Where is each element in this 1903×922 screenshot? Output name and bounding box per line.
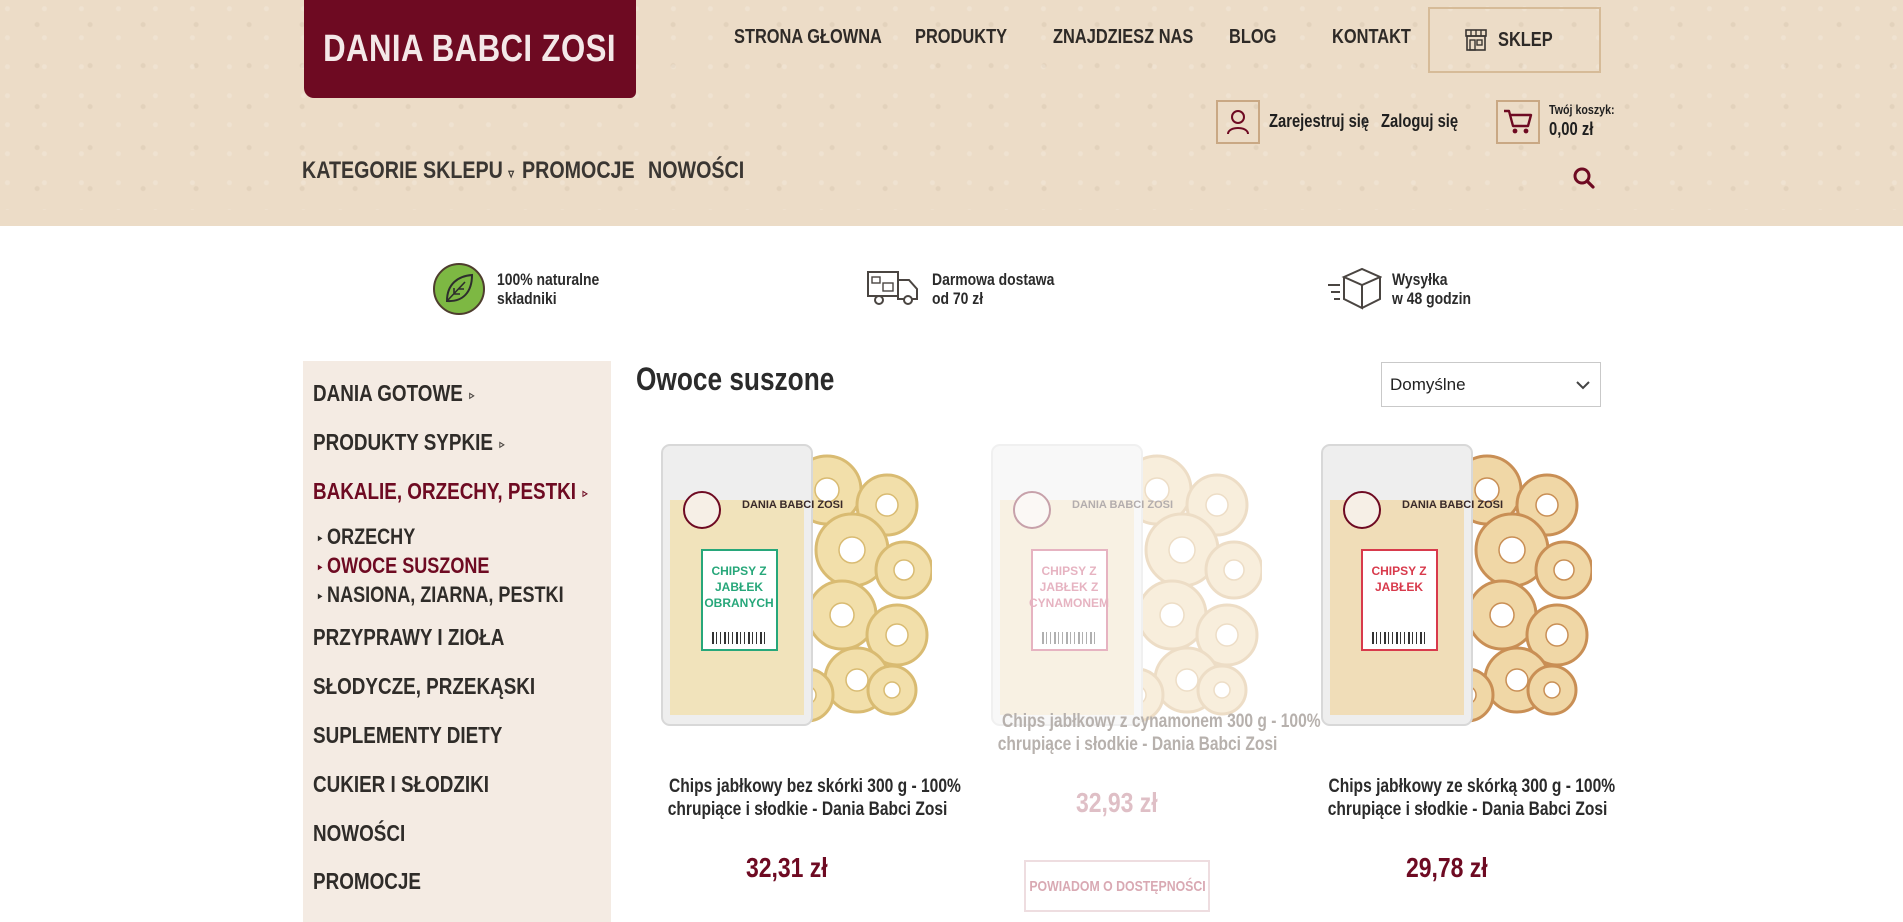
- package-label-text: CHIPSY Z: [1041, 564, 1096, 578]
- page-title: Owoce suszone: [636, 361, 835, 397]
- nav-contact[interactable]: KONTAKT: [1332, 26, 1428, 50]
- sidebar-item-dry-products[interactable]: PRODUKTY SYPKIE ▹: [313, 429, 546, 456]
- account-separator: /: [1362, 115, 1366, 131]
- nav-home[interactable]: STRONA GŁOWNA: [734, 26, 914, 50]
- bullet-icon: ▸: [318, 590, 323, 602]
- package-brand-text: DANIA BABCI ZOSI: [1072, 499, 1173, 511]
- package-label-text: OBRANYCH: [704, 596, 773, 610]
- product-price: 32,31 zł: [746, 852, 828, 883]
- package-brand-text: DANIA BABCI ZOSI: [742, 499, 843, 511]
- sidebar-subitem-seeds-grains[interactable]: ▸ NASIONA, ZIARNA, PESTKI: [318, 582, 618, 608]
- register-link[interactable]: Zarejestruj się: [1269, 111, 1391, 132]
- truck-icon: [867, 271, 918, 305]
- sidebar-item-sweets[interactable]: SŁODYCZE, PRZEKĄSKI: [313, 673, 584, 700]
- bullet-icon: ▸: [318, 561, 323, 573]
- sidebar-item-promotions[interactable]: PROMOCJE: [313, 868, 445, 895]
- shop-button[interactable]: SKLEP: [1428, 7, 1601, 73]
- notify-availability-button[interactable]: POWIADOM O DOSTĘPNOŚCI: [1024, 860, 1210, 912]
- sidebar-item-news[interactable]: NOWOŚCI: [313, 820, 425, 847]
- package-label-text: CHIPSY Z: [1371, 564, 1426, 578]
- nav-news[interactable]: NOWOŚCI: [648, 157, 765, 185]
- package-label-text: JABŁEK: [715, 580, 763, 594]
- product-price: 32,93 zł: [1076, 787, 1158, 818]
- user-icon: [1227, 110, 1249, 135]
- nav-products[interactable]: PRODUKTY: [915, 26, 1027, 50]
- package-label-text: JABŁEK Z: [1040, 580, 1099, 594]
- sidebar-item-sugar[interactable]: CUKIER I SŁODZIKI: [313, 771, 528, 798]
- sidebar-item-nuts-seeds[interactable]: BAKALIE, ORZECHY, PESTKI ▹: [313, 478, 648, 505]
- product-name[interactable]: Chips jabłkowy z cynamonem 300 g - 100% …: [967, 710, 1321, 756]
- chevron-down-icon: [1576, 380, 1590, 389]
- package-label-text: JABŁEK: [1375, 580, 1423, 594]
- package-label-text: CYNAMONEM: [1029, 596, 1109, 610]
- bullet-icon: ▸: [318, 532, 323, 544]
- product-name[interactable]: Chips jabłkowy bez skórki 300 g - 100% c…: [637, 775, 961, 821]
- sidebar-subitem-dried-fruit[interactable]: ▸ OWOCE SUSZONE: [318, 553, 527, 579]
- sidebar-subitem-nuts[interactable]: ▸ ORZECHY: [318, 524, 437, 550]
- product-image[interactable]: DANIA BABCI ZOSI CHIPSY Z JABŁEK Z CYNAMONE…: [972, 440, 1262, 740]
- product-image[interactable]: DANIA BABCI ZOSI CHIPSY Z JABŁEK OBRANYCH: [642, 440, 932, 740]
- cart-total: 0,00 zł: [1549, 119, 1594, 139]
- product-name[interactable]: Chips jabłkowy ze skórką 300 g - 100% ch…: [1297, 775, 1615, 821]
- feature-shipping: Wysyłka w 48 godzin: [1392, 270, 1472, 308]
- brand-logo[interactable]: DANIA BABCI ZOSI: [304, 0, 636, 98]
- box-icon: [1328, 267, 1382, 310]
- package-label-text: CHIPSY Z: [711, 564, 766, 578]
- triangle-right-icon: ▹: [469, 387, 475, 402]
- cart-button[interactable]: [1496, 100, 1540, 144]
- sort-select-value: Domyślne: [1390, 374, 1466, 394]
- triangle-right-icon: ▹: [582, 485, 588, 500]
- nav-find-us[interactable]: ZNAJDZIESZ NAS: [1053, 26, 1224, 50]
- sidebar-item-spices[interactable]: PRZYPRAWY I ZIOŁA: [313, 624, 546, 651]
- sidebar-item-supplements[interactable]: SUPLEMENTY DIETY: [313, 722, 544, 749]
- leaf-icon: [433, 263, 485, 315]
- cart-label: Twój koszyk:: [1549, 102, 1615, 117]
- nav-blog[interactable]: BLOG: [1229, 26, 1287, 50]
- product-price: 29,78 zł: [1406, 852, 1488, 883]
- package-brand-text: DANIA BABCI ZOSI: [1402, 499, 1503, 511]
- product-image[interactable]: DANIA BABCI ZOSI CHIPSY Z JABŁEK: [1302, 440, 1592, 740]
- feature-delivery: Darmowa dostawa od 70 zł: [932, 270, 1055, 308]
- sidebar-item-ready-meals[interactable]: DANIA GOTOWE ▹: [313, 380, 510, 407]
- account-button[interactable]: [1216, 100, 1260, 144]
- login-link[interactable]: Zaloguj się: [1381, 111, 1475, 132]
- nav-promotions[interactable]: PROMOCJE: [522, 157, 659, 185]
- logo-text: DANIA BABCI ZOSI: [323, 27, 617, 70]
- triangle-right-icon: ▹: [499, 436, 505, 451]
- store-icon: [1465, 29, 1487, 51]
- shop-button-label: SKLEP: [1498, 28, 1553, 51]
- search-icon[interactable]: [1572, 166, 1596, 190]
- header-torn-edge: [0, 210, 1903, 221]
- sort-select[interactable]: Domyślne: [1381, 362, 1601, 407]
- cart-icon: [1504, 109, 1533, 134]
- feature-natural: 100% naturalne składniki: [497, 270, 600, 308]
- triangle-down-icon: ▿: [508, 165, 515, 181]
